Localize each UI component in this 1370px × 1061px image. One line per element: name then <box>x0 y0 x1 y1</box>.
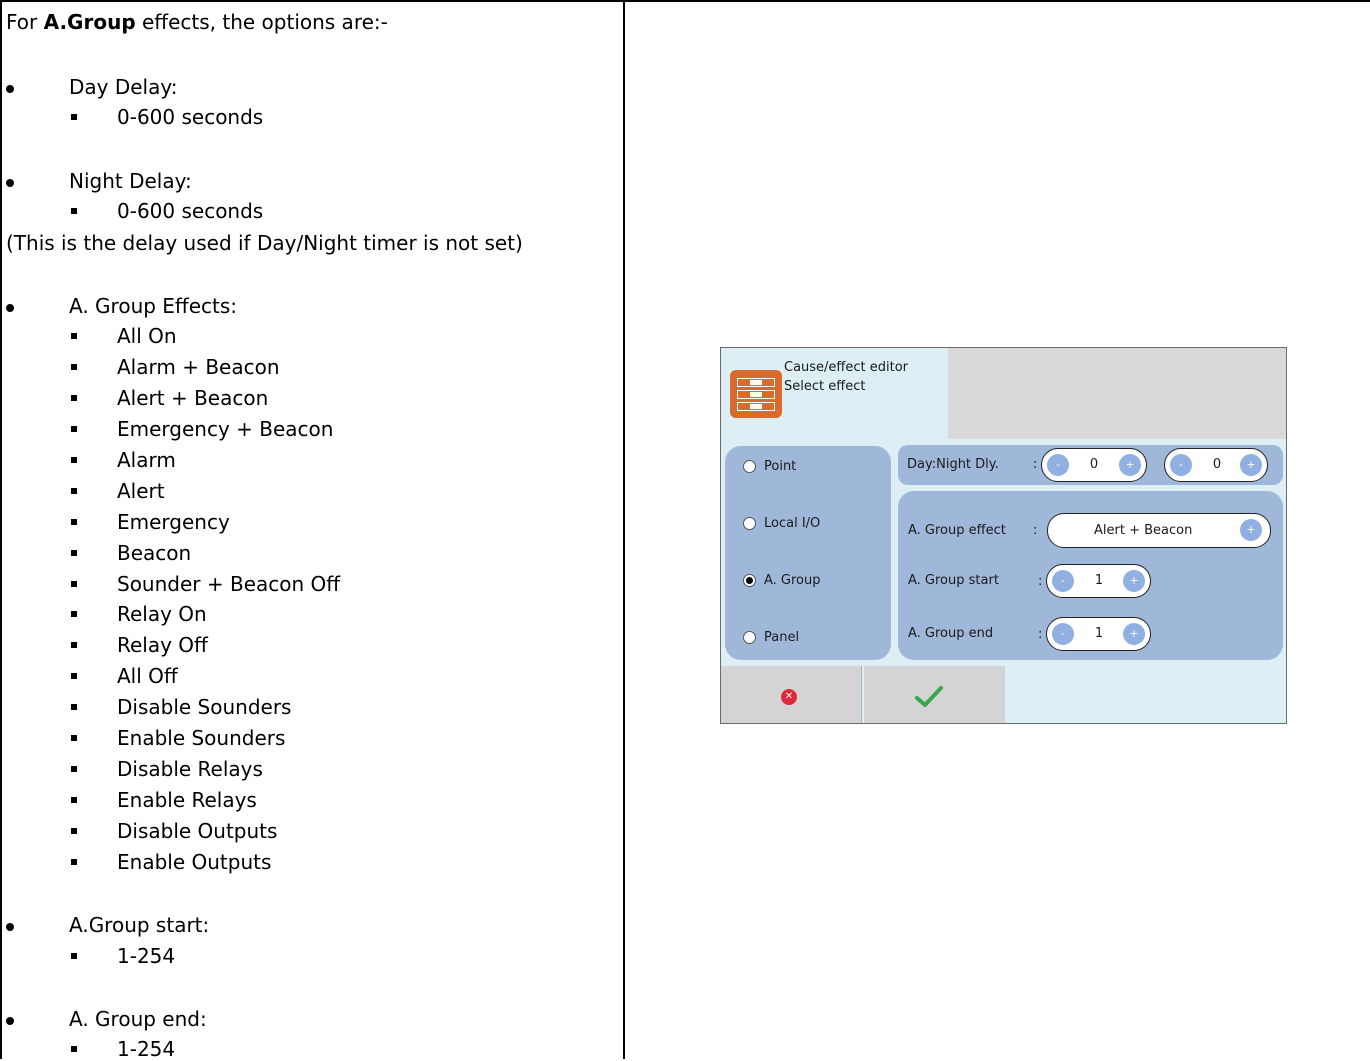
group-end-stepper[interactable]: - 1 + <box>1046 617 1151 651</box>
group-start-plus-button[interactable]: + <box>1123 570 1145 592</box>
night-delay-minus-button[interactable]: - <box>1170 454 1192 476</box>
group-end-minus-button[interactable]: - <box>1052 623 1074 645</box>
cause-effect-editor-screenshot: Cause/effect editor Select effect Point … <box>720 347 1287 724</box>
bullet-icon <box>6 85 14 93</box>
square-bullet-icon <box>71 953 77 959</box>
square-bullet-icon <box>71 859 77 865</box>
group-effect-value: Alert + Beacon <box>1094 523 1193 538</box>
square-bullet-icon <box>71 1046 77 1052</box>
radio-a-group[interactable]: A. Group <box>743 570 821 590</box>
header-blank-area <box>948 348 1286 439</box>
group-effect-selector[interactable]: Alert + Beacon + <box>1047 513 1271 548</box>
square-bullet-icon <box>71 611 77 617</box>
day-delay-stepper[interactable]: - 0 + <box>1041 448 1147 482</box>
square-bullet-icon <box>71 208 77 214</box>
night-delay-stepper[interactable]: - 0 + <box>1164 448 1268 482</box>
radio-local-io[interactable]: Local I/O <box>743 513 820 533</box>
day-delay-plus-button[interactable]: + <box>1119 454 1141 476</box>
night-delay-value: 0 <box>1212 457 1222 472</box>
cancel-button[interactable]: ✕ <box>721 666 862 723</box>
group-start-value: 1 <box>1094 573 1104 588</box>
editor-title: Cause/effect editor <box>784 360 909 375</box>
square-bullet-icon <box>71 797 77 803</box>
checkmark-icon <box>915 686 943 707</box>
group-start-stepper[interactable]: - 1 + <box>1046 564 1151 598</box>
bullet-icon <box>6 179 14 187</box>
confirm-button[interactable] <box>864 666 1005 723</box>
square-bullet-icon <box>71 457 77 463</box>
radio-point[interactable]: Point <box>743 456 796 476</box>
group-end-plus-button[interactable]: + <box>1123 623 1145 645</box>
effect-type-panel: Point Local I/O A. Group Panel <box>725 446 891 660</box>
bullet-icon <box>6 923 14 931</box>
table-left-border <box>0 0 2 1059</box>
square-bullet-icon <box>71 766 77 772</box>
night-delay-note: (This is the delay used if Day/Night tim… <box>6 231 523 255</box>
group-start-label: A. Group start <box>908 573 999 588</box>
day-night-delay-panel: Day:Night Dly. : - 0 + - 0 + <box>898 445 1283 485</box>
day-night-delay-label: Day:Night Dly. <box>907 457 999 472</box>
intro-bold: A.Group <box>43 10 136 34</box>
radio-panel[interactable]: Panel <box>743 627 799 647</box>
square-bullet-icon <box>71 114 77 120</box>
cancel-icon: ✕ <box>781 689 797 705</box>
square-bullet-icon <box>71 581 77 587</box>
radio-circle-icon[interactable] <box>743 630 756 644</box>
bullet-icon <box>6 1017 14 1025</box>
square-bullet-icon <box>71 735 77 741</box>
square-bullet-icon <box>71 426 77 432</box>
group-settings-panel: A. Group effect : Alert + Beacon + A. Gr… <box>898 491 1283 660</box>
group-end-label: A. Group end <box>908 626 994 641</box>
group-end-value: 1 <box>1094 626 1104 641</box>
square-bullet-icon <box>71 550 77 556</box>
editor-subtitle: Select effect <box>784 379 866 394</box>
intro-line: For A.Group effects, the options are:- <box>6 10 388 34</box>
square-bullet-icon <box>71 519 77 525</box>
radio-selected-icon[interactable] <box>743 573 756 587</box>
radio-circle-icon[interactable] <box>743 459 756 473</box>
square-bullet-icon <box>71 673 77 679</box>
group-effect-plus-button[interactable]: + <box>1240 519 1262 541</box>
night-delay-plus-button[interactable]: + <box>1240 454 1262 476</box>
square-bullet-icon <box>71 364 77 370</box>
day-delay-minus-button[interactable]: - <box>1047 454 1069 476</box>
square-bullet-icon <box>71 333 77 339</box>
square-bullet-icon <box>71 704 77 710</box>
square-bullet-icon <box>71 395 77 401</box>
table-top-border <box>0 0 1370 2</box>
group-start-minus-button[interactable]: - <box>1052 570 1074 592</box>
group-effect-label: A. Group effect <box>908 523 1006 538</box>
table-column-divider <box>623 0 625 1059</box>
radio-circle-icon[interactable] <box>743 516 756 530</box>
square-bullet-icon <box>71 642 77 648</box>
square-bullet-icon <box>71 488 77 494</box>
bullet-icon <box>6 304 14 312</box>
square-bullet-icon <box>71 828 77 834</box>
day-delay-value: 0 <box>1089 457 1099 472</box>
cause-effect-logo-icon <box>730 370 782 418</box>
